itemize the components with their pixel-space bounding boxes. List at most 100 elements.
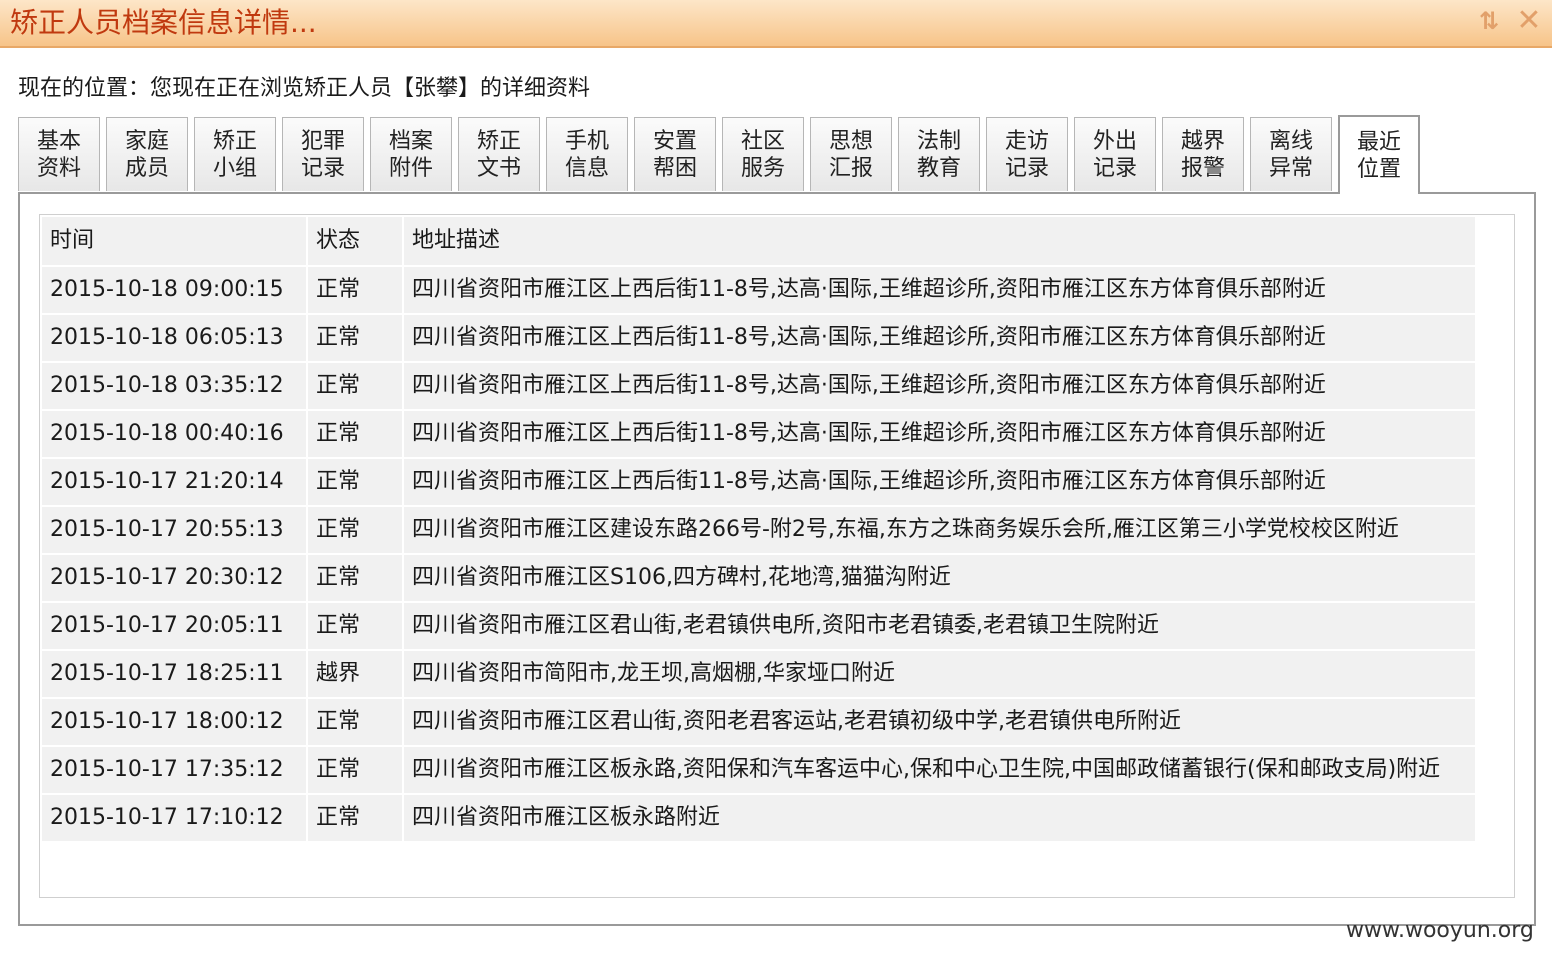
tab-phone-info[interactable]: 手机 信息 xyxy=(546,117,628,191)
tab-resettlement-aid[interactable]: 安置 帮困 xyxy=(634,117,716,191)
tab-outing-record[interactable]: 外出 记录 xyxy=(1074,117,1156,191)
tab-correction-group[interactable]: 矫正 小组 xyxy=(194,117,276,191)
location-table: 时间 状态 地址描述 2015-10-18 09:00:15 正常 四川省资阳市雁江… xyxy=(40,215,1477,843)
tab-label-line1: 家庭 xyxy=(124,129,169,154)
tab-bar: 基本 资料 家庭 成员 矫正 小组 犯罪 记录 档案 附件 矫正 文书 手机 信息 安置 帮困 社区 服务 思想 汇报… xyxy=(18,115,1438,194)
cell-time: 2015-10-17 17:10:12 xyxy=(40,793,308,843)
tab-label-line2: 文书 xyxy=(476,156,521,181)
tab-label-line1: 法制 xyxy=(916,129,961,154)
tab-label-line1: 矫正 xyxy=(476,129,521,154)
cell-address: 四川省资阳市雁江区上西后街11-8号,达高·国际,王维超诊所,资阳市雁江区东方体… xyxy=(402,457,1477,507)
tab-label-line2: 帮困 xyxy=(652,156,697,181)
tab-label-line1: 最近 xyxy=(1356,130,1401,155)
tab-recent-location[interactable]: 最近 位置 xyxy=(1338,115,1420,194)
breadcrumb-location: 现在的位置：您现在正在浏览矫正人员【张攀】的详细资料 xyxy=(18,76,591,101)
cell-status: 正常 xyxy=(306,265,404,315)
tab-label-line2: 汇报 xyxy=(828,156,873,181)
tab-label-line2: 位置 xyxy=(1356,157,1401,182)
tab-visit-record[interactable]: 走访 记录 xyxy=(986,117,1068,191)
cell-address: 四川省资阳市雁江区上西后街11-8号,达高·国际,王维超诊所,资阳市雁江区东方体… xyxy=(402,265,1477,315)
table-header-row: 时间 状态 地址描述 xyxy=(40,215,1477,267)
tab-label-line2: 异常 xyxy=(1268,156,1313,181)
location-grid: 时间 状态 地址描述 2015-10-18 09:00:15 正常 四川省资阳市雁江… xyxy=(39,214,1515,898)
watermark: www.wooyun.org xyxy=(1346,918,1534,943)
tab-label-line2: 记录 xyxy=(300,156,345,181)
cell-address: 四川省资阳市雁江区板永路附近 xyxy=(402,793,1477,843)
tab-family-members[interactable]: 家庭 成员 xyxy=(106,117,188,191)
tab-legal-education[interactable]: 法制 教育 xyxy=(898,117,980,191)
cell-time: 2015-10-17 18:25:11 xyxy=(40,649,308,699)
cell-address: 四川省资阳市雁江区上西后街11-8号,达高·国际,王维超诊所,资阳市雁江区东方体… xyxy=(402,361,1477,411)
table-row[interactable]: 2015-10-17 18:00:12 正常 四川省资阳市雁江区君山街,资阳老君客运… xyxy=(40,697,1477,747)
cell-status: 正常 xyxy=(306,601,404,651)
window-titlebar: 矫正人员档案信息详情... ⇅ ✕ xyxy=(0,0,1552,48)
tab-label-line2: 成员 xyxy=(124,156,169,181)
tab-label-line2: 信息 xyxy=(564,156,609,181)
cell-status: 正常 xyxy=(306,313,404,363)
cell-time: 2015-10-17 20:55:13 xyxy=(40,505,308,555)
cell-address: 四川省资阳市简阳市,龙王坝,高烟棚,华家垭口附近 xyxy=(402,649,1477,699)
table-row[interactable]: 2015-10-17 17:10:12 正常 四川省资阳市雁江区板永路附近 xyxy=(40,793,1477,843)
table-row[interactable]: 2015-10-17 21:20:14 正常 四川省资阳市雁江区上西后街11-8号,… xyxy=(40,457,1477,507)
cell-time: 2015-10-17 18:00:12 xyxy=(40,697,308,747)
tab-label-line1: 社区 xyxy=(740,129,785,154)
cell-status: 正常 xyxy=(306,553,404,603)
cell-time: 2015-10-17 20:05:11 xyxy=(40,601,308,651)
tab-label-line2: 报警 xyxy=(1180,156,1225,181)
cell-address: 四川省资阳市雁江区君山街,老君镇供电所,资阳市老君镇委,老君镇卫生院附近 xyxy=(402,601,1477,651)
tab-boundary-alarm[interactable]: 越界 报警 xyxy=(1162,117,1244,191)
cell-status: 正常 xyxy=(306,745,404,795)
column-header-time[interactable]: 时间 xyxy=(40,215,308,267)
table-row[interactable]: 2015-10-18 06:05:13 正常 四川省资阳市雁江区上西后街11-8号,… xyxy=(40,313,1477,363)
tab-label-line2: 教育 xyxy=(916,156,961,181)
tab-label-line1: 基本 xyxy=(36,129,81,154)
tab-label-line2: 服务 xyxy=(740,156,785,181)
tab-offline-exception[interactable]: 离线 异常 xyxy=(1250,117,1332,191)
table-row[interactable]: 2015-10-18 09:00:15 正常 四川省资阳市雁江区上西后街11-8号,… xyxy=(40,265,1477,315)
cell-address: 四川省资阳市雁江区板永路,资阳保和汽车客运中心,保和中心卫生院,中国邮政储蓄银行… xyxy=(402,745,1477,795)
table-row[interactable]: 2015-10-18 03:35:12 正常 四川省资阳市雁江区上西后街11-8号,… xyxy=(40,361,1477,411)
cell-time: 2015-10-17 20:30:12 xyxy=(40,553,308,603)
cell-status: 正常 xyxy=(306,505,404,555)
tab-label-line2: 记录 xyxy=(1092,156,1137,181)
tab-label-line1: 外出 xyxy=(1092,129,1137,154)
tab-label-line2: 附件 xyxy=(388,156,433,181)
table-row[interactable]: 2015-10-17 17:35:12 正常 四川省资阳市雁江区板永路,资阳保和汽车… xyxy=(40,745,1477,795)
cell-time: 2015-10-17 17:35:12 xyxy=(40,745,308,795)
cell-address: 四川省资阳市雁江区君山街,资阳老君客运站,老君镇初级中学,老君镇供电所附近 xyxy=(402,697,1477,747)
table-row[interactable]: 2015-10-17 20:30:12 正常 四川省资阳市雁江区S106,四方碑村,… xyxy=(40,553,1477,603)
tab-label-line2: 小组 xyxy=(212,156,257,181)
tab-label-line1: 越界 xyxy=(1180,129,1225,154)
cell-status: 正常 xyxy=(306,409,404,459)
cell-status: 正常 xyxy=(306,793,404,843)
cell-address: 四川省资阳市雁江区上西后街11-8号,达高·国际,王维超诊所,资阳市雁江区东方体… xyxy=(402,313,1477,363)
cell-time: 2015-10-17 21:20:14 xyxy=(40,457,308,507)
tab-archive-attachment[interactable]: 档案 附件 xyxy=(370,117,452,191)
tab-basic-info[interactable]: 基本 资料 xyxy=(18,117,100,191)
cell-status: 正常 xyxy=(306,697,404,747)
tab-label-line1: 犯罪 xyxy=(300,129,345,154)
cell-address: 四川省资阳市雁江区建设东路266号-附2号,东福,东方之珠商务娱乐会所,雁江区第… xyxy=(402,505,1477,555)
tab-community-service[interactable]: 社区 服务 xyxy=(722,117,804,191)
cell-time: 2015-10-18 06:05:13 xyxy=(40,313,308,363)
cell-status: 正常 xyxy=(306,361,404,411)
tab-label-line1: 手机 xyxy=(564,129,609,154)
tab-correction-document[interactable]: 矫正 文书 xyxy=(458,117,540,191)
tab-crime-record[interactable]: 犯罪 记录 xyxy=(282,117,364,191)
column-header-address[interactable]: 地址描述 xyxy=(402,215,1477,267)
cell-address: 四川省资阳市雁江区上西后街11-8号,达高·国际,王维超诊所,资阳市雁江区东方体… xyxy=(402,409,1477,459)
table-row[interactable]: 2015-10-17 20:55:13 正常 四川省资阳市雁江区建设东路266号-附… xyxy=(40,505,1477,555)
table-row[interactable]: 2015-10-18 00:40:16 正常 四川省资阳市雁江区上西后街11-8号,… xyxy=(40,409,1477,459)
cell-time: 2015-10-18 00:40:16 xyxy=(40,409,308,459)
cell-status: 越界 xyxy=(306,649,404,699)
move-icon[interactable]: ⇅ xyxy=(1474,6,1504,36)
table-row[interactable]: 2015-10-17 18:25:11 越界 四川省资阳市简阳市,龙王坝,高烟棚,华… xyxy=(40,649,1477,699)
tab-thought-report[interactable]: 思想 汇报 xyxy=(810,117,892,191)
window-title: 矫正人员档案信息详情... xyxy=(10,6,317,39)
table-row[interactable]: 2015-10-17 20:05:11 正常 四川省资阳市雁江区君山街,老君镇供电所… xyxy=(40,601,1477,651)
cell-address: 四川省资阳市雁江区S106,四方碑村,花地湾,猫猫沟附近 xyxy=(402,553,1477,603)
column-header-status[interactable]: 状态 xyxy=(306,215,404,267)
close-icon[interactable]: ✕ xyxy=(1514,6,1544,36)
cell-time: 2015-10-18 03:35:12 xyxy=(40,361,308,411)
tab-label-line1: 走访 xyxy=(1004,129,1049,154)
